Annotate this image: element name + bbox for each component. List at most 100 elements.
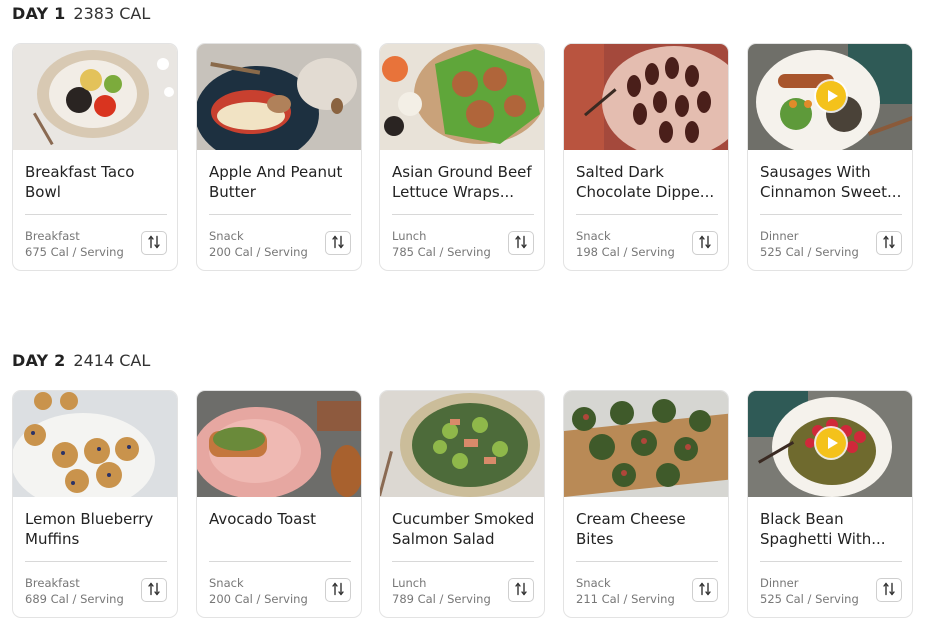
meal-title-line: Bites [576,530,614,548]
divider [760,214,902,215]
meal-photo[interactable] [197,391,361,497]
meal-meta: Snack 211 Cal / Serving [576,575,675,607]
meal-meta: Snack 200 Cal / Serving [209,228,308,260]
meal-type: Snack [209,576,244,590]
divider [576,214,718,215]
meal-type: Breakfast [25,229,80,243]
meal-calories: 689 Cal / Serving [25,592,124,606]
meal-title[interactable]: Breakfast Taco Bowl [25,162,171,202]
meal-photo[interactable] [564,391,728,497]
meal-title-line: Apple And Peanut [209,163,343,181]
swap-icon [699,582,711,599]
meal-calories: 785 Cal / Serving [392,245,491,259]
meal-calories: 198 Cal / Serving [576,245,675,259]
divider [25,214,167,215]
meal-title-line: Chocolate Dippe... [576,183,715,201]
meal-title-line: Butter [209,183,256,201]
meal-card[interactable]: Cream Cheese Bites Snack 211 Cal / Serving [563,390,729,618]
meal-title[interactable]: Asian Ground Beef Lettuce Wraps... [392,162,538,202]
meal-type: Dinner [760,576,799,590]
meal-cards-row: Lemon Blueberry Muffins Breakfast 689 Cal /… [12,390,913,620]
meal-type: Dinner [760,229,799,243]
meal-card[interactable]: Black Bean Spaghetti With... Dinner 525 Cal… [747,390,913,618]
day-calories: 2414 CAL [73,351,151,370]
divider [209,561,351,562]
meal-card[interactable]: Lemon Blueberry Muffins Breakfast 689 Cal /… [12,390,178,618]
meal-title-line: Salted Dark [576,163,664,181]
meal-title[interactable]: Apple And Peanut Butter [209,162,355,202]
meal-card[interactable]: Apple And Peanut Butter Snack 200 Cal / Ser… [196,43,362,271]
meal-card[interactable]: Cucumber Smoked Salmon Salad Lunch 789 Cal … [379,390,545,618]
swap-meal-button[interactable] [508,578,534,602]
meal-title-line: Muffins [25,530,80,548]
meal-title[interactable]: Avocado Toast [209,509,355,549]
swap-meal-button[interactable] [141,578,167,602]
swap-meal-button[interactable] [325,578,351,602]
meal-title-line: Cream Cheese [576,510,686,528]
swap-icon [883,582,895,599]
meal-photo[interactable] [197,44,361,150]
divider [25,561,167,562]
swap-meal-button[interactable] [876,578,902,602]
meal-type: Snack [576,229,611,243]
meal-meta: Lunch 789 Cal / Serving [392,575,491,607]
meal-photo[interactable] [748,391,912,497]
day-section: DAY 2 2414 CAL Lemon Blueberry Muffins Break… [12,350,913,620]
meal-card[interactable]: Asian Ground Beef Lettuce Wraps... Lunch 78… [379,43,545,271]
divider [392,561,534,562]
meal-meta: Breakfast 675 Cal / Serving [25,228,124,260]
swap-meal-button[interactable] [508,231,534,255]
meal-calories: 200 Cal / Serving [209,245,308,259]
meal-title-line: Bowl [25,183,61,201]
swap-meal-button[interactable] [141,231,167,255]
swap-meal-button[interactable] [692,231,718,255]
meal-title-line: Black Bean [760,510,844,528]
meal-card[interactable]: Sausages With Cinnamon Sweet... Dinner 525 … [747,43,913,271]
swap-icon [332,582,344,599]
day-header: DAY 1 2383 CAL [12,3,150,25]
meal-photo[interactable] [564,44,728,150]
meal-title-line: Avocado Toast [209,510,317,528]
day-label: DAY 2 [12,351,66,370]
divider [760,561,902,562]
day-label: DAY 1 [12,4,66,23]
swap-icon [148,582,160,599]
swap-icon [148,235,160,252]
meal-title-line: Breakfast Taco [25,163,135,181]
meal-title[interactable]: Salted Dark Chocolate Dippe... [576,162,722,202]
meal-card[interactable]: Breakfast Taco Bowl Breakfast 675 Cal / Ser… [12,43,178,271]
meal-title[interactable]: Sausages With Cinnamon Sweet... [760,162,906,202]
meal-title-line: Cucumber Smoked [392,510,535,528]
swap-meal-button[interactable] [692,578,718,602]
meal-type: Snack [576,576,611,590]
meal-card[interactable]: Salted Dark Chocolate Dippe... Snack 198 Ca… [563,43,729,271]
meal-type: Lunch [392,229,427,243]
divider [576,561,718,562]
meal-title-line: Cinnamon Sweet... [760,183,902,201]
meal-photo[interactable] [380,391,544,497]
meal-photo[interactable] [748,44,912,150]
meal-title[interactable]: Lemon Blueberry Muffins [25,509,171,549]
play-icon[interactable] [816,428,846,458]
meal-meta: Dinner 525 Cal / Serving [760,228,859,260]
meal-card[interactable]: Avocado Toast Snack 200 Cal / Serving [196,390,362,618]
meal-calories: 211 Cal / Serving [576,592,675,606]
swap-meal-button[interactable] [876,231,902,255]
meal-title-line: Lemon Blueberry [25,510,154,528]
meal-type: Breakfast [25,576,80,590]
meal-meta: Snack 200 Cal / Serving [209,575,308,607]
meal-photo[interactable] [380,44,544,150]
meal-photo[interactable] [13,44,177,150]
meal-title-line: Sausages With [760,163,871,181]
meal-meta: Snack 198 Cal / Serving [576,228,675,260]
swap-meal-button[interactable] [325,231,351,255]
meal-title[interactable]: Cucumber Smoked Salmon Salad [392,509,538,549]
meal-title[interactable]: Cream Cheese Bites [576,509,722,549]
meal-calories: 525 Cal / Serving [760,592,859,606]
meal-title-line: Asian Ground Beef [392,163,532,181]
meal-photo[interactable] [13,391,177,497]
meal-title[interactable]: Black Bean Spaghetti With... [760,509,906,549]
meal-meta: Dinner 525 Cal / Serving [760,575,859,607]
play-icon[interactable] [816,81,846,111]
meal-calories: 525 Cal / Serving [760,245,859,259]
